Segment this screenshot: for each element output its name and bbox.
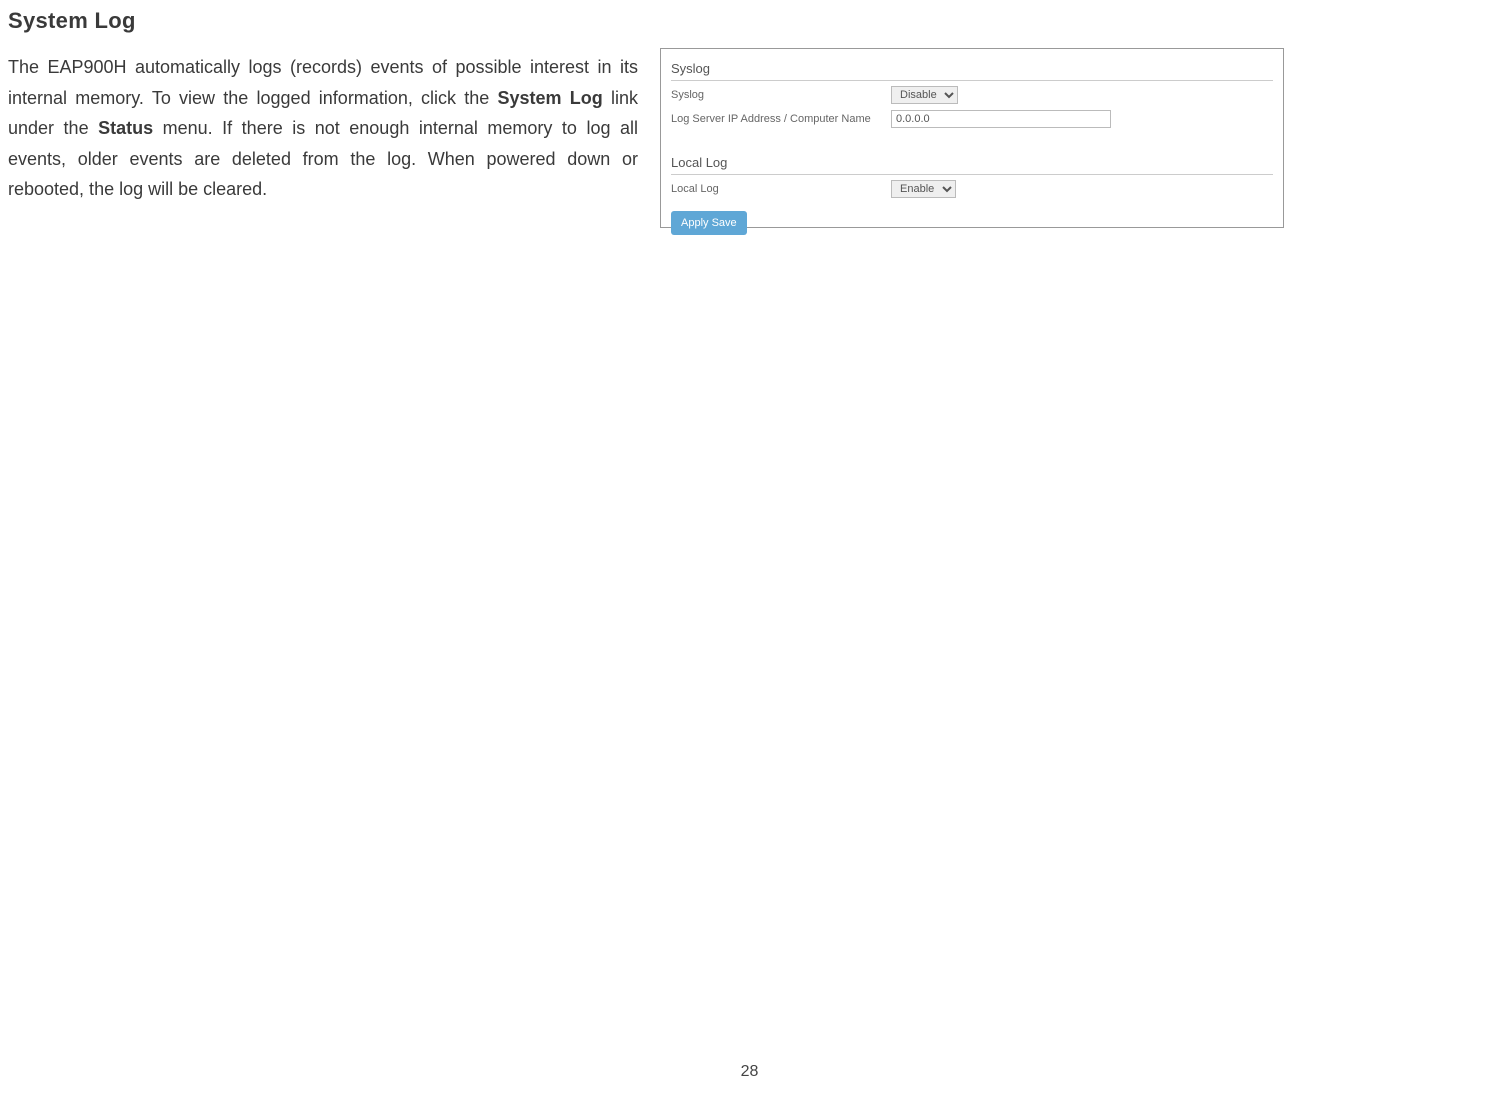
syslog-section-header: Syslog (671, 57, 1273, 81)
locallog-select[interactable]: Enable (891, 180, 956, 198)
ip-input[interactable] (891, 110, 1111, 128)
page-number: 28 (0, 1063, 1499, 1081)
locallog-section-header: Local Log (671, 151, 1273, 175)
ip-row: Log Server IP Address / Computer Name (671, 107, 1273, 131)
syslog-row: Syslog Disable (671, 83, 1273, 107)
locallog-label: Local Log (671, 183, 891, 195)
paragraph-bold2: Status (98, 118, 153, 138)
syslog-select[interactable]: Disable (891, 86, 958, 104)
body-paragraph: The EAP900H automatically logs (records)… (8, 52, 638, 205)
apply-save-button[interactable]: Apply Save (671, 211, 747, 235)
syslog-label: Syslog (671, 89, 891, 101)
ip-label: Log Server IP Address / Computer Name (671, 113, 891, 125)
section-title: System Log (8, 8, 638, 34)
syslog-settings-panel: Syslog Syslog Disable Log Server IP Addr… (660, 48, 1284, 228)
paragraph-bold1: System Log (498, 88, 603, 108)
locallog-row: Local Log Enable (671, 177, 1273, 201)
